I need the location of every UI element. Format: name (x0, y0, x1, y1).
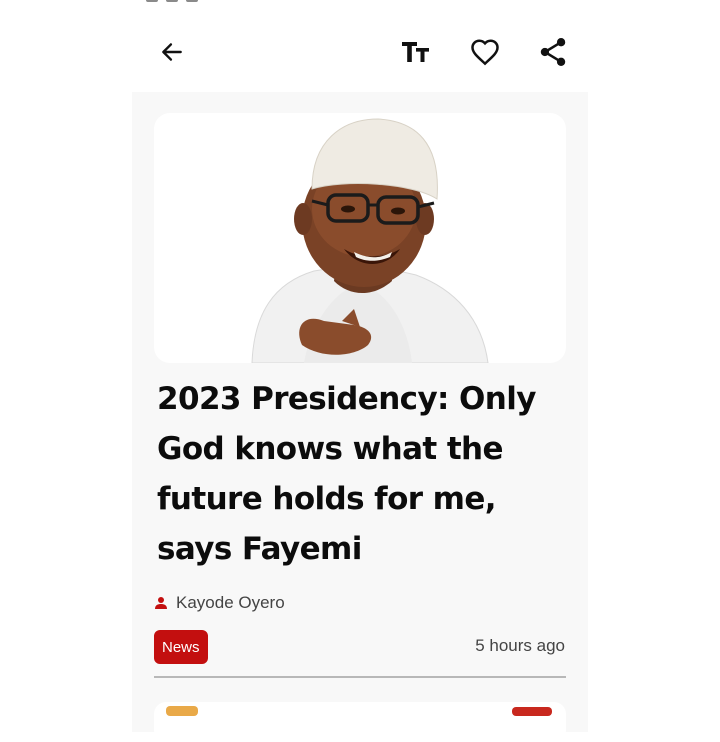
category-badge[interactable]: News (154, 630, 208, 664)
article-content: 2023 Presidency: Only God knows what the… (132, 92, 588, 742)
favorite-button[interactable] (465, 32, 505, 72)
portrait-photo (251, 118, 489, 363)
heart-outline-icon (471, 39, 499, 66)
back-button[interactable] (152, 32, 192, 72)
notification-icon (146, 0, 158, 2)
share-icon (540, 38, 566, 66)
notification-icons (146, 0, 198, 2)
person-icon (155, 597, 167, 609)
article-toolbar (0, 28, 720, 76)
divider (154, 676, 566, 678)
status-bar (0, 0, 720, 4)
text-size-button[interactable] (396, 32, 436, 72)
share-button[interactable] (533, 32, 573, 72)
next-article-card[interactable] (154, 702, 566, 742)
arrow-left-icon (162, 43, 182, 61)
article-title: 2023 Presidency: Only God knows what the… (157, 381, 537, 567)
text-size-icon (402, 42, 429, 62)
next-article-thumbnail (512, 707, 552, 716)
author-row: Kayode Oyero (154, 592, 285, 614)
author-name[interactable]: Kayode Oyero (176, 593, 285, 613)
article-hero-image (154, 113, 566, 363)
next-article-thumbnail (166, 706, 198, 716)
published-time: 5 hours ago (475, 636, 565, 655)
notification-icon (186, 0, 198, 2)
notification-icon (166, 0, 178, 2)
